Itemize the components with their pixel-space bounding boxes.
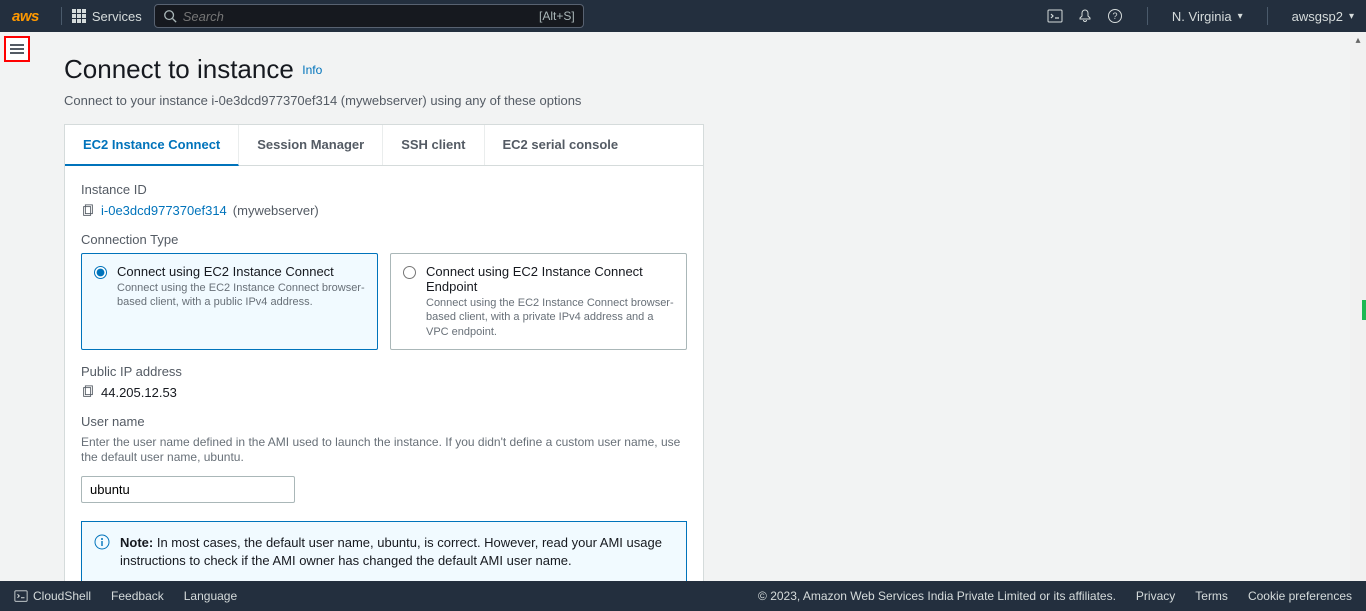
info-icon	[94, 534, 110, 550]
search-icon	[163, 9, 177, 23]
bell-icon[interactable]	[1077, 8, 1093, 24]
search-box[interactable]: [Alt+S]	[154, 4, 584, 28]
divider	[1147, 7, 1148, 25]
page-title: Connect to instance	[64, 54, 294, 85]
grid-icon	[72, 9, 86, 23]
cloudshell-link[interactable]: CloudShell	[14, 589, 91, 603]
public-ip-value: 44.205.12.53	[101, 385, 177, 400]
sidebar-toggle[interactable]	[4, 36, 30, 62]
info-link[interactable]: Info	[302, 63, 322, 77]
tab-ec2-instance-connect[interactable]: EC2 Instance Connect	[65, 125, 239, 166]
feedback-link[interactable]: Feedback	[111, 589, 164, 603]
search-hint: [Alt+S]	[539, 9, 575, 23]
terminal-icon	[14, 589, 28, 603]
instance-id-link[interactable]: i-0e3dcd977370ef314	[101, 203, 227, 218]
tabs: EC2 Instance Connect Session Manager SSH…	[65, 125, 703, 166]
copy-icon[interactable]	[81, 385, 95, 399]
user-menu[interactable]: awsgsp2	[1292, 9, 1354, 24]
radio1-desc: Connect using the EC2 Instance Connect b…	[117, 281, 365, 310]
username-help: Enter the user name defined in the AMI u…	[81, 435, 687, 466]
scroll-indicator	[1362, 300, 1366, 320]
aws-logo[interactable]: aws	[12, 8, 39, 25]
note-text: In most cases, the default user name, ub…	[120, 535, 662, 568]
copy-icon[interactable]	[81, 204, 95, 218]
cloudshell-icon[interactable]	[1047, 8, 1063, 24]
search-input[interactable]	[183, 9, 539, 24]
instance-id-label: Instance ID	[81, 182, 687, 197]
panel-body: Instance ID i-0e3dcd977370ef314 (mywebse…	[65, 166, 703, 581]
cloudshell-label: CloudShell	[33, 589, 91, 603]
public-ip-label: Public IP address	[81, 364, 687, 379]
username-label: User name	[81, 414, 687, 429]
radio2-desc: Connect using the EC2 Instance Connect b…	[426, 296, 674, 339]
footer: CloudShell Feedback Language © 2023, Ama…	[0, 581, 1366, 611]
radio1-title: Connect using EC2 Instance Connect	[117, 264, 365, 279]
svg-text:?: ?	[1112, 11, 1117, 21]
services-button[interactable]: Services	[72, 9, 142, 24]
note-box: Note: In most cases, the default user na…	[81, 521, 687, 581]
scroll-up-icon[interactable]: ▴	[1350, 32, 1366, 48]
nav-right: ? N. Virginia awsgsp2	[1047, 7, 1354, 25]
terms-link[interactable]: Terms	[1195, 589, 1228, 603]
help-icon[interactable]: ?	[1107, 8, 1123, 24]
instance-name: (mywebserver)	[233, 203, 319, 218]
language-link[interactable]: Language	[184, 589, 237, 603]
radio-input-2[interactable]	[403, 266, 416, 279]
radio-input-1[interactable]	[94, 266, 107, 279]
tab-serial-console[interactable]: EC2 serial console	[485, 125, 637, 165]
main-content: Connect to instance Info Connect to your…	[40, 32, 1350, 581]
radio2-title: Connect using EC2 Instance Connect Endpo…	[426, 264, 674, 294]
tab-ssh-client[interactable]: SSH client	[383, 125, 484, 165]
connection-type-label: Connection Type	[81, 232, 687, 247]
privacy-link[interactable]: Privacy	[1136, 589, 1175, 603]
note-bold: Note:	[120, 535, 153, 550]
services-label: Services	[92, 9, 142, 24]
divider	[61, 7, 62, 25]
page-subtitle: Connect to your instance i-0e3dcd977370e…	[64, 93, 1326, 108]
region-selector[interactable]: N. Virginia	[1172, 9, 1243, 24]
radio-ec2-connect[interactable]: Connect using EC2 Instance Connect Conne…	[81, 253, 378, 350]
cookies-link[interactable]: Cookie preferences	[1248, 589, 1352, 603]
username-input[interactable]	[81, 476, 295, 503]
radio-ec2-endpoint[interactable]: Connect using EC2 Instance Connect Endpo…	[390, 253, 687, 350]
connect-panel: EC2 Instance Connect Session Manager SSH…	[64, 124, 704, 581]
top-nav: aws Services [Alt+S] ? N. Virginia awsgs…	[0, 0, 1366, 32]
divider	[1267, 7, 1268, 25]
tab-session-manager[interactable]: Session Manager	[239, 125, 383, 165]
copyright: © 2023, Amazon Web Services India Privat…	[758, 589, 1116, 603]
hamburger-icon	[10, 44, 24, 54]
